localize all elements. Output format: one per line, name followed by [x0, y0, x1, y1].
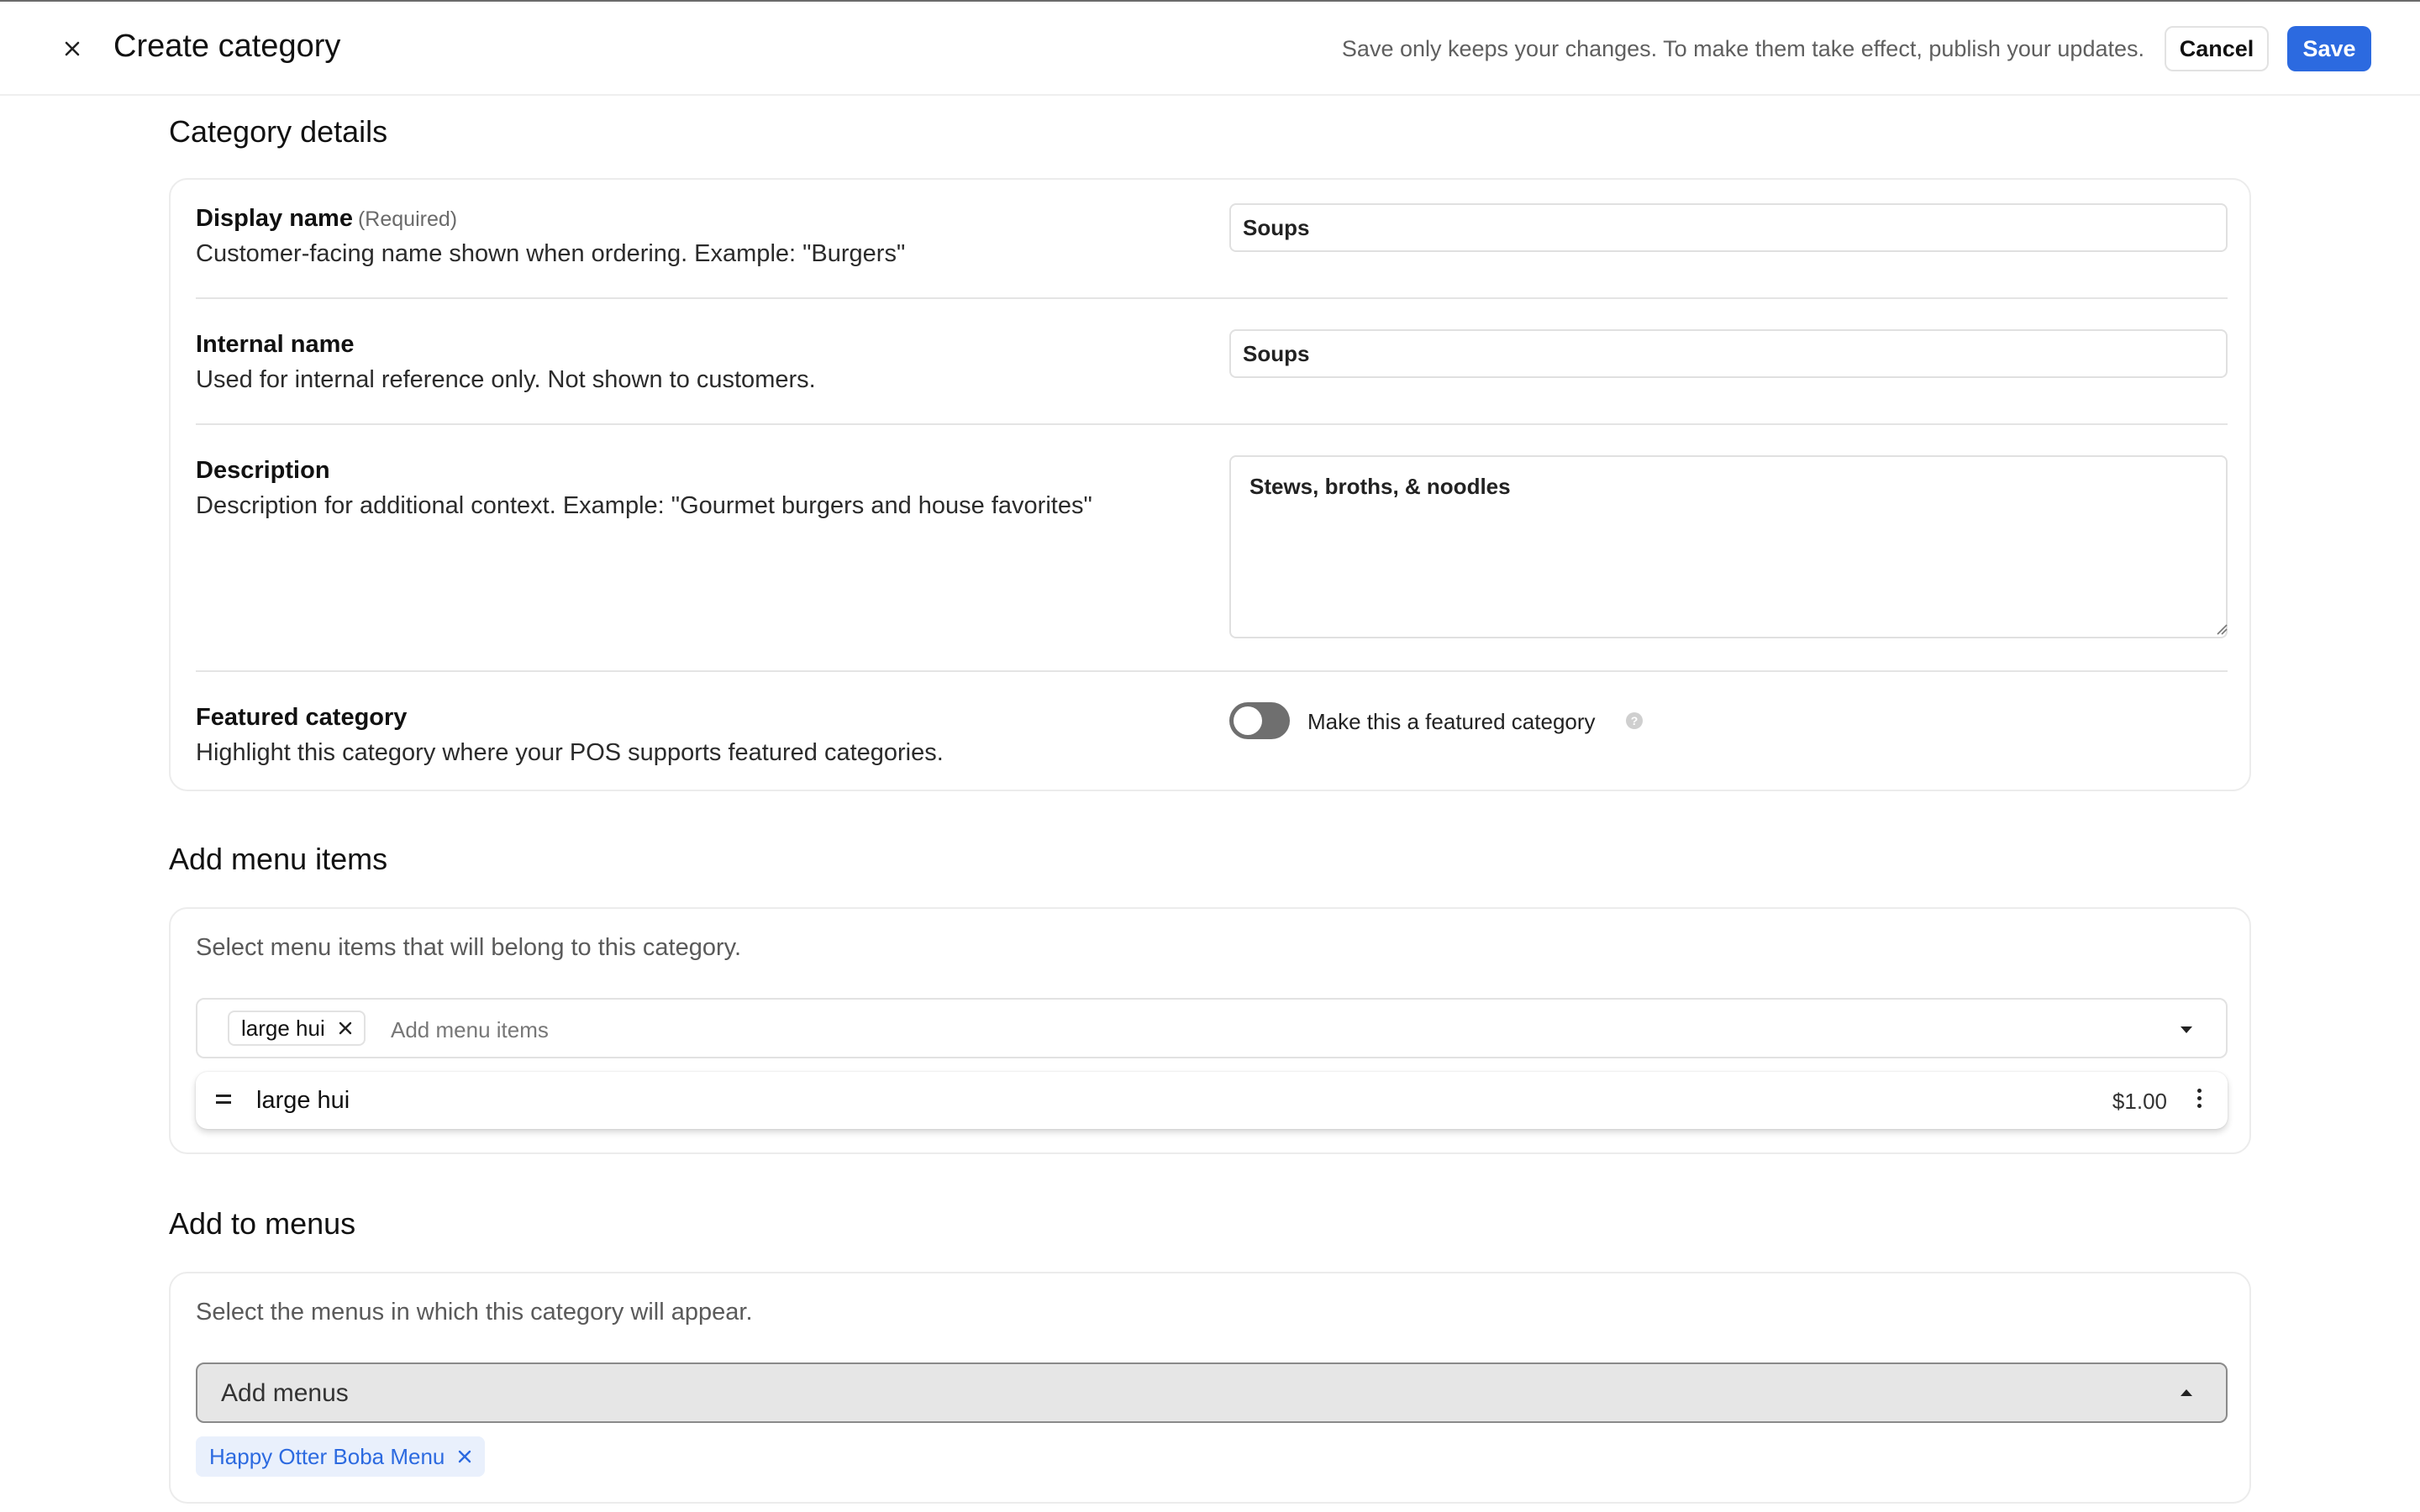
drag-handle-icon[interactable]: [216, 1095, 231, 1108]
menu-items-placeholder: Add menu items: [391, 1017, 549, 1042]
add-menus-select[interactable]: Add menus: [196, 1362, 2228, 1423]
chevron-up-icon[interactable]: [2181, 1389, 2192, 1396]
menus-card: Select the menus in which this category …: [169, 1272, 2251, 1504]
close-button[interactable]: [54, 30, 91, 67]
menu-chip: Happy Otter Boba Menu: [196, 1436, 486, 1477]
save-button[interactable]: Save: [2287, 26, 2371, 71]
chevron-down-icon[interactable]: [2181, 1026, 2192, 1033]
featured-category-label: Featured category: [196, 704, 408, 731]
section-title-add-menu-items: Add menu items: [169, 842, 388, 876]
divider: [196, 297, 2228, 299]
menu-item-chip-label: large hui: [241, 1015, 325, 1041]
more-vertical-icon[interactable]: [2196, 1089, 2202, 1112]
remove-icon: [339, 1021, 351, 1035]
page-header: Create category Save only keeps your cha…: [0, 2, 2420, 96]
description-help-text: Description for additional context. Exam…: [196, 492, 1092, 519]
menu-items-multiselect[interactable]: large hui Add menu items: [196, 998, 2228, 1058]
cancel-button[interactable]: Cancel: [2165, 26, 2269, 71]
internal-name-label: Internal name: [196, 331, 355, 358]
help-icon[interactable]: ?: [1626, 712, 1643, 729]
display-name-label-text: Display name: [196, 205, 353, 232]
menu-items-card: Select menu items that will belong to th…: [169, 907, 2251, 1154]
featured-toggle-label: Make this a featured category: [1307, 709, 1596, 734]
required-tag: (Required): [357, 207, 458, 231]
display-name-description: Customer-facing name shown when ordering…: [196, 240, 906, 267]
remove-icon: [459, 1450, 471, 1463]
menu-chip-label: Happy Otter Boba Menu: [209, 1443, 445, 1469]
toggle-knob: [1234, 706, 1262, 735]
close-icon: [65, 41, 80, 56]
menu-items-description: Select menu items that will belong to th…: [196, 934, 742, 961]
description-label: Description: [196, 457, 330, 484]
add-menus-label: Add menus: [221, 1379, 349, 1407]
description-textarea[interactable]: Stews, broths, & noodles: [1229, 455, 2228, 638]
display-name-input[interactable]: [1229, 203, 2228, 252]
divider: [196, 670, 2228, 672]
remove-chip-button[interactable]: [339, 1021, 352, 1035]
resize-grip-icon[interactable]: [2216, 623, 2228, 635]
internal-name-description: Used for internal reference only. Not sh…: [196, 366, 816, 393]
item-price: $1.00: [2112, 1089, 2167, 1114]
display-name-label: Display name (Required): [196, 205, 457, 233]
menus-description: Select the menus in which this category …: [196, 1299, 753, 1326]
featured-category-toggle[interactable]: [1229, 702, 1290, 739]
internal-name-input[interactable]: [1229, 329, 2228, 378]
section-title-add-to-menus: Add to menus: [169, 1206, 356, 1241]
save-note: Save only keeps your changes. To make th…: [1341, 36, 2144, 61]
featured-category-description: Highlight this category where your POS s…: [196, 739, 944, 766]
item-name: large hui: [256, 1087, 350, 1114]
divider: [196, 423, 2228, 425]
page-title: Create category: [113, 29, 341, 64]
menu-item-chip: large hui: [228, 1011, 366, 1046]
section-title-category-details: Category details: [169, 114, 388, 149]
remove-menu-button[interactable]: [458, 1450, 471, 1463]
category-details-card: Display name (Required) Customer-facing n…: [169, 178, 2251, 791]
list-item[interactable]: large hui $1.00: [196, 1072, 2228, 1129]
